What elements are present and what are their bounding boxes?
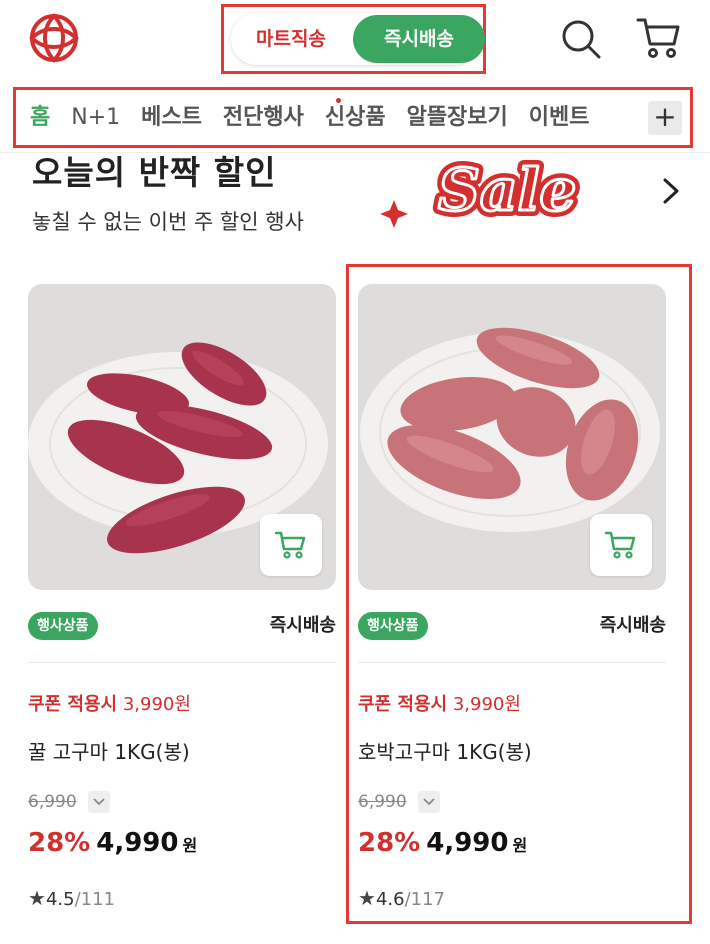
sale-banner-art: Sale Sale (380, 150, 582, 230)
nav-item-events[interactable]: 이벤트 (529, 90, 590, 145)
sale-price-row: 28% 4,990 원 (358, 828, 527, 864)
sale-price-row: 28% 4,990 원 (28, 828, 197, 864)
review-count: /117 (404, 889, 445, 910)
sale-art-text-fill: Sale (438, 156, 576, 224)
delivery-mode-highlight: 마트직송 즉시배송 (221, 4, 486, 74)
rating-row: ★4.6/117 (358, 886, 445, 912)
product-card[interactable]: 행사상품 즉시배송 쿠폰 적용시 3,990원 꿀 고구마 1KG(봉) 6,9… (20, 280, 340, 920)
rating-score: 4.5 (45, 889, 75, 910)
original-price: 6,990 (28, 792, 77, 812)
chevron-down-icon (423, 798, 435, 806)
nav-item-n-plus-1[interactable]: N+1 (71, 90, 120, 145)
product-image[interactable] (28, 284, 336, 590)
cart-icon[interactable] (636, 16, 682, 60)
product-name-unit: 1KG(봉) (114, 740, 190, 764)
discount-rate: 28% (28, 828, 91, 858)
nav-item-bargain[interactable]: 알뜰장보기 (407, 90, 508, 145)
chevron-right-icon[interactable] (658, 176, 684, 206)
card-divider (28, 662, 336, 663)
new-indicator-dot (336, 98, 341, 103)
promo-badge: 행사상품 (358, 612, 428, 640)
app-header: 마트직송 즉시배송 (0, 0, 710, 82)
original-price: 6,990 (358, 792, 407, 812)
nav-item-best[interactable]: 베스트 (141, 90, 202, 145)
section-subtitle: 놓칠 수 없는 이번 주 할인 행사 (32, 210, 304, 234)
category-nav-row: 홈 N+1 베스트 전단행사 신상품 알뜰장보기 이벤트 (30, 90, 611, 145)
price-detail-toggle[interactable] (417, 791, 440, 813)
category-nav: 홈 N+1 베스트 전단행사 신상품 알뜰장보기 이벤트 + (13, 87, 693, 148)
delivery-mode-toggle[interactable]: 마트직송 즉시배송 (231, 13, 485, 65)
brand-logo-icon[interactable] (28, 12, 80, 64)
product-name-main: 꿀 고구마 (28, 740, 108, 764)
add-to-cart-button[interactable] (260, 514, 322, 576)
price-detail-toggle[interactable] (87, 791, 110, 813)
discount-rate: 28% (358, 828, 421, 858)
section-title: 오늘의 반짝 할인 (32, 153, 277, 192)
instant-delivery-tab[interactable]: 즉시배송 (353, 15, 485, 63)
rating-row: ★4.5/111 (28, 886, 115, 912)
product-name[interactable]: 호박고구마 1KG(봉) (358, 736, 532, 765)
review-count: /111 (74, 889, 115, 910)
mart-delivery-tab[interactable]: 마트직송 (231, 13, 351, 65)
nav-item-home[interactable]: 홈 (30, 90, 50, 145)
star-icon: ★ (358, 886, 376, 910)
nav-fade (618, 90, 648, 145)
currency-unit: 원 (512, 836, 528, 855)
add-cart-icon (275, 531, 306, 559)
product-name-unit: 1KG(봉) (456, 740, 532, 764)
delivery-type-label: 즉시배송 (599, 615, 666, 636)
coupon-label: 쿠폰 적용시 (28, 694, 118, 715)
search-icon[interactable] (560, 18, 602, 60)
product-name[interactable]: 꿀 고구마 1KG(봉) (28, 736, 190, 765)
add-cart-icon (605, 531, 636, 559)
promo-badge: 행사상품 (28, 612, 98, 640)
delivery-type-label: 즉시배송 (269, 615, 336, 636)
chevron-down-icon (93, 798, 105, 806)
nav-more-button[interactable]: + (648, 101, 682, 135)
coupon-price-value: 3,990원 (122, 694, 191, 715)
original-price-row: 6,990 (28, 790, 110, 816)
product-image[interactable] (358, 284, 666, 590)
original-price-row: 6,990 (358, 790, 440, 816)
star-icon: ★ (28, 886, 46, 910)
coupon-label: 쿠폰 적용시 (358, 694, 448, 715)
rating-score: 4.6 (375, 889, 405, 910)
nav-item-new-products[interactable]: 신상품 (325, 90, 386, 145)
coupon-price: 쿠폰 적용시 3,990원 (358, 690, 521, 716)
card-divider (358, 662, 666, 663)
nav-item-flyer-sale[interactable]: 전단행사 (223, 90, 304, 145)
sale-price: 4,990 (96, 828, 179, 858)
currency-unit: 원 (182, 836, 198, 855)
product-card[interactable]: 행사상품 즉시배송 쿠폰 적용시 3,990원 호박고구마 1KG(봉) 6,9… (350, 280, 670, 920)
product-name-main: 호박고구마 (358, 740, 450, 764)
add-to-cart-button[interactable] (590, 514, 652, 576)
sale-price: 4,990 (426, 828, 509, 858)
coupon-price-value: 3,990원 (452, 694, 521, 715)
coupon-price: 쿠폰 적용시 3,990원 (28, 690, 191, 716)
